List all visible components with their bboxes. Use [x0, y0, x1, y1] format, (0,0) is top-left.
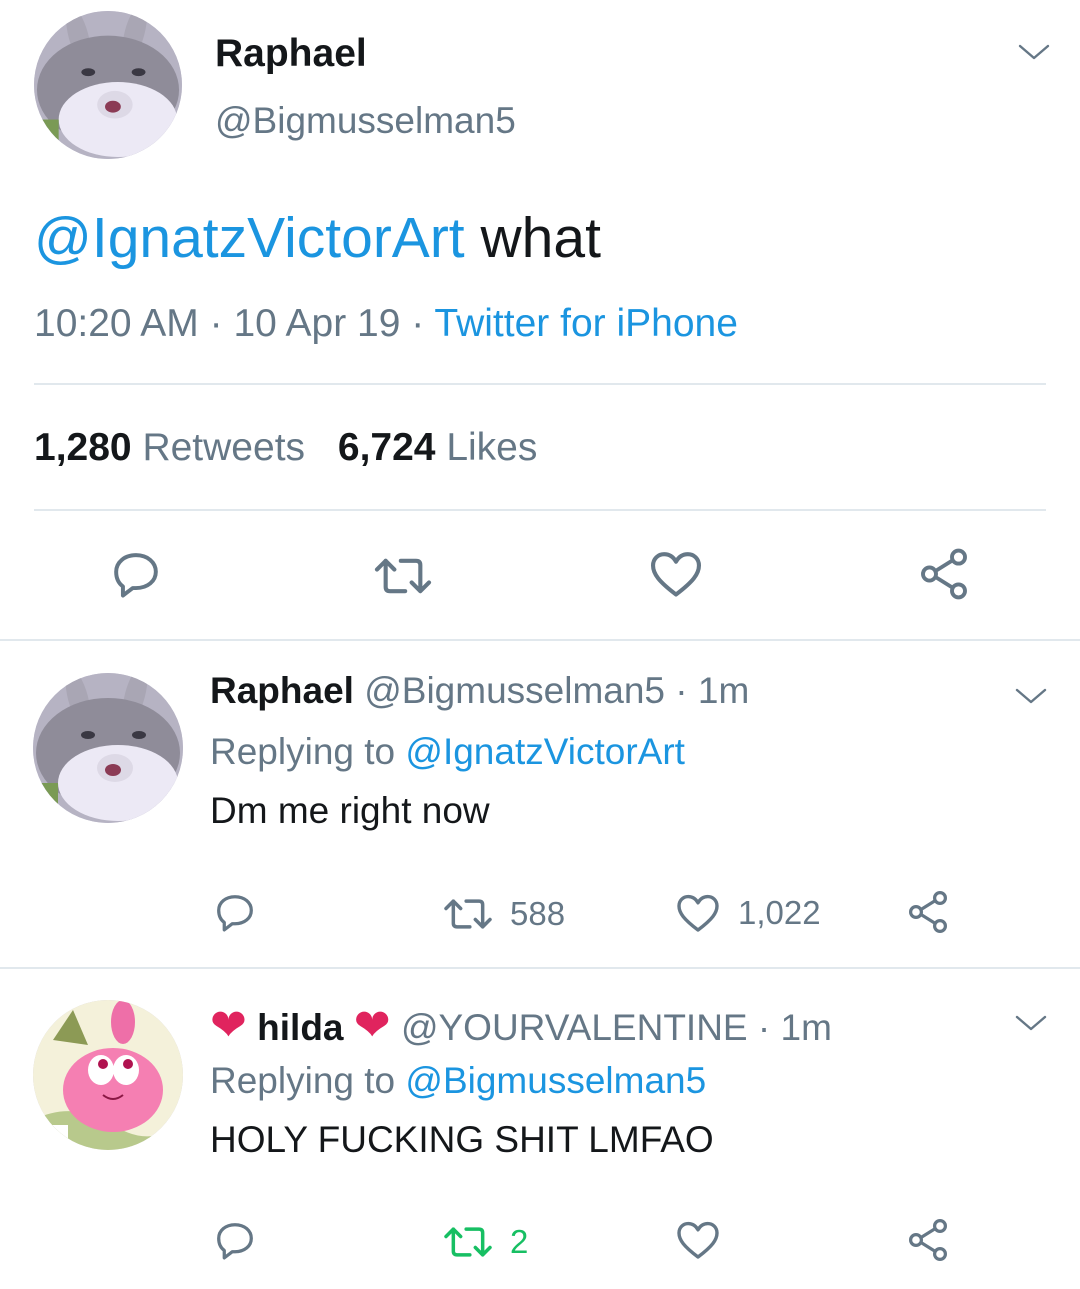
replying-to: Replying to @IgnatzVictorArt	[210, 731, 685, 773]
retweet-icon	[440, 1220, 496, 1264]
avatar[interactable]	[33, 673, 183, 823]
divider	[0, 967, 1080, 969]
tweet-body: what	[480, 206, 601, 270]
handle[interactable]: @Bigmusselman5	[215, 100, 516, 142]
like-icon	[674, 889, 722, 937]
chevron-down-icon[interactable]	[1014, 686, 1048, 706]
share-icon[interactable]	[915, 545, 973, 603]
retweets-count: 1,280	[34, 426, 132, 469]
like-action[interactable]: 1,022	[674, 889, 821, 937]
like-count: 1,022	[738, 894, 821, 931]
replying-to-link[interactable]: @Bigmusselman5	[405, 1060, 706, 1101]
separator: ·	[757, 1007, 771, 1048]
display-name[interactable]: hilda	[257, 1007, 343, 1048]
replying-to: Replying to @Bigmusselman5	[210, 1060, 706, 1102]
retweet-icon[interactable]	[370, 550, 436, 602]
replying-prefix: Replying to	[210, 731, 396, 772]
divider	[34, 383, 1046, 385]
divider	[34, 509, 1046, 511]
tweet-stats: 1,280 Retweets 6,724 Likes	[34, 426, 537, 470]
heart-emoji-icon: ❤	[353, 1000, 391, 1051]
avatar[interactable]	[33, 1000, 183, 1150]
tweet-date[interactable]: 10 Apr 19	[233, 302, 400, 345]
mention-link[interactable]: @IgnatzVictorArt	[34, 206, 465, 270]
separator: ·	[209, 302, 223, 345]
reply-icon[interactable]	[108, 547, 164, 603]
retweet-icon	[440, 892, 496, 936]
retweet-count: 2	[510, 1223, 529, 1260]
reply-text: Dm me right now	[210, 790, 490, 831]
retweet-action[interactable]: 588	[440, 892, 565, 936]
retweet-action[interactable]: 2	[440, 1220, 528, 1264]
likes-label: Likes	[446, 426, 538, 469]
likes-stat[interactable]: 6,724 Likes	[338, 426, 538, 469]
tweet-meta: 10:20 AM · 10 Apr 19 · Twitter for iPhon…	[34, 302, 738, 346]
handle[interactable]: @YOURVALENTINE	[401, 1007, 748, 1048]
display-name[interactable]: Raphael	[210, 670, 354, 711]
tweet-time[interactable]: 10:20 AM	[34, 302, 199, 345]
chevron-down-icon[interactable]	[1017, 42, 1051, 62]
retweets-stat[interactable]: 1,280 Retweets	[34, 426, 316, 469]
reply-header: Raphael @Bigmusselman5 · 1m	[210, 670, 749, 712]
replying-prefix: Replying to	[210, 1060, 396, 1101]
chevron-down-icon[interactable]	[1014, 1013, 1048, 1033]
reply-icon[interactable]	[212, 1218, 258, 1264]
handle[interactable]: @Bigmusselman5	[364, 670, 665, 711]
timestamp[interactable]: 1m	[781, 1007, 832, 1048]
share-icon[interactable]	[904, 888, 952, 936]
likes-count: 6,724	[337, 426, 436, 469]
avatar[interactable]	[34, 11, 182, 159]
tweet-source[interactable]: Twitter for iPhone	[434, 302, 737, 345]
heart-emoji-icon: ❤	[210, 1000, 247, 1051]
display-name[interactable]: Raphael	[215, 32, 367, 76]
like-icon[interactable]	[674, 1216, 722, 1264]
separator: ·	[411, 302, 425, 345]
like-icon[interactable]	[647, 545, 705, 603]
reply-text: HOLY FUCKING SHIT LMFAO	[210, 1119, 714, 1160]
tweet-text: @IgnatzVictorArt what	[34, 205, 601, 271]
divider	[0, 639, 1080, 641]
separator: ·	[675, 670, 688, 711]
reply-icon[interactable]	[212, 890, 258, 936]
retweet-count: 588	[510, 895, 566, 932]
reply-header: ❤ hilda ❤ @YOURVALENTINE · 1m	[210, 1000, 832, 1051]
share-icon[interactable]	[904, 1216, 952, 1264]
replying-to-link[interactable]: @IgnatzVictorArt	[405, 731, 685, 772]
timestamp[interactable]: 1m	[698, 670, 749, 711]
retweets-label: Retweets	[142, 426, 306, 469]
